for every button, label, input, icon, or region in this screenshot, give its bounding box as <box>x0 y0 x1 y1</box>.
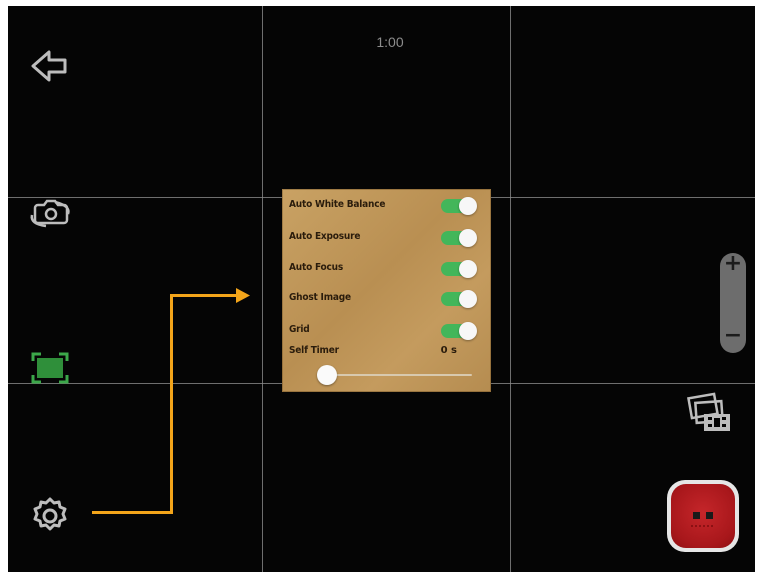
auto-exposure-toggle[interactable] <box>441 229 477 247</box>
settings-gear-icon[interactable] <box>30 496 70 540</box>
settings-row-label: Auto Exposure <box>289 231 361 242</box>
self-timer-slider-handle[interactable] <box>317 365 337 385</box>
grid-line-vertical-right <box>510 6 511 572</box>
settings-row-label: Ghost Image <box>289 292 351 303</box>
annotation-arrowhead-icon <box>236 288 250 307</box>
settings-row-ghost-image[interactable]: Ghost Image <box>289 288 485 312</box>
auto-focus-toggle[interactable] <box>441 260 477 278</box>
settings-row-label: Auto White Balance <box>289 199 386 210</box>
annotation-arrow-vertical <box>170 294 173 514</box>
settings-row-auto-white-balance[interactable]: Auto White Balance <box>289 195 485 219</box>
settings-row-auto-focus[interactable]: Auto Focus <box>289 258 485 282</box>
self-timer-slider-track[interactable] <box>322 374 472 376</box>
annotation-arrow-horizontal-top <box>170 294 238 297</box>
grid-line-vertical-left <box>262 6 263 572</box>
record-button[interactable] <box>667 480 739 552</box>
settings-row-label: Grid <box>289 324 310 335</box>
back-arrow-icon[interactable] <box>30 48 70 88</box>
settings-row-label: Auto Focus <box>289 262 344 273</box>
grid-toggle[interactable] <box>441 322 477 340</box>
settings-panel: Auto White Balance Auto Exposure Auto Fo… <box>282 189 491 392</box>
focus-frame-icon[interactable] <box>30 352 70 388</box>
zoom-in-icon[interactable]: + <box>720 251 746 276</box>
settings-row-self-timer: Self Timer 0 s <box>289 341 485 365</box>
zoom-out-icon[interactable]: − <box>720 323 746 348</box>
auto-white-balance-toggle[interactable] <box>441 197 477 215</box>
self-timer-label: Self Timer <box>289 345 339 356</box>
recording-timer: 1:00 <box>376 34 404 50</box>
settings-row-auto-exposure[interactable]: Auto Exposure <box>289 227 485 251</box>
annotation-arrow-horizontal-bottom <box>92 511 172 514</box>
camera-viewfinder[interactable]: 1:00 Auto White Balance Auto Exposure Au… <box>8 6 755 572</box>
self-timer-value: 0 s <box>440 345 457 356</box>
switch-camera-icon[interactable] <box>28 196 72 234</box>
media-gallery-icon[interactable] <box>684 390 734 440</box>
ghost-image-toggle[interactable] <box>441 290 477 308</box>
record-button-icon <box>671 484 735 548</box>
zoom-slider[interactable]: + − <box>720 251 746 353</box>
